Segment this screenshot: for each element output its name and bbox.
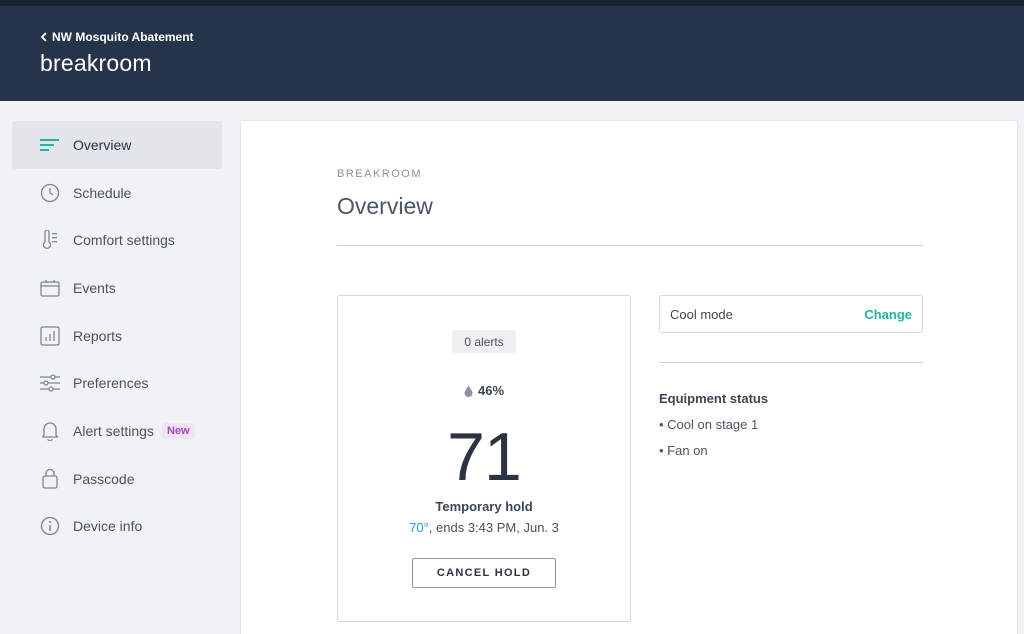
overview-panel: BREAKROOM Overview 0 alerts 46% 71 Tempo… — [240, 120, 1018, 634]
title-divider — [337, 245, 923, 246]
change-mode-link[interactable]: Change — [864, 307, 912, 322]
sliders-icon — [39, 372, 61, 394]
humidity-readout: 46% — [338, 383, 630, 398]
sidebar-item-preferences[interactable]: Preferences — [12, 359, 222, 407]
alerts-badge[interactable]: 0 alerts — [452, 330, 516, 353]
sidebar-item-reports[interactable]: Reports — [12, 312, 222, 360]
back-link[interactable]: NW Mosquito Abatement — [40, 30, 194, 44]
hold-setpoint: 70° — [409, 520, 429, 535]
sidebar-item-label: Events — [73, 279, 116, 296]
calendar-icon — [39, 277, 61, 299]
mode-selector: Cool mode Change — [659, 295, 923, 333]
new-badge: New — [161, 422, 195, 439]
sidebar-item-alert-settings[interactable]: Alert settings New — [12, 407, 222, 455]
sidebar-item-passcode[interactable]: Passcode — [12, 455, 222, 503]
current-temperature: 71 — [447, 419, 522, 495]
status-divider — [659, 362, 923, 363]
sidebar-item-device-info[interactable]: Device info — [12, 503, 222, 551]
sidebar-item-overview[interactable]: Overview — [12, 121, 222, 169]
sidebar-item-label: Comfort settings — [73, 232, 175, 249]
list-lines-icon — [39, 134, 61, 156]
sidebar-item-label: Reports — [73, 327, 123, 344]
sidebar-item-label: Schedule — [73, 184, 132, 201]
sidebar-item-comfort-settings[interactable]: Comfort settings — [12, 216, 222, 264]
hold-end-time: , ends 3:43 PM, Jun. 3 — [428, 520, 559, 535]
page-header: NW Mosquito Abatement breakroom — [0, 6, 1024, 101]
equipment-status-list: • Cool on stage 1 • Fan on — [659, 417, 758, 469]
list-item: • Cool on stage 1 — [659, 417, 759, 432]
water-drop-icon — [464, 385, 473, 397]
mode-label: Cool mode — [670, 306, 733, 322]
hold-detail: 70°, ends 3:43 PM, Jun. 3 — [338, 520, 630, 535]
cancel-hold-button[interactable]: CANCEL HOLD — [412, 558, 556, 588]
sidebar-item-schedule[interactable]: Schedule — [12, 169, 222, 217]
bar-chart-icon — [39, 325, 61, 347]
sidebar-item-events[interactable]: Events — [12, 264, 222, 312]
equipment-status-title: Equipment status — [659, 391, 769, 406]
sidebar: Overview Schedule Comfort settings Event… — [12, 121, 222, 550]
thermostat-card: 0 alerts 46% 71 Temporary hold 70°, ends… — [337, 295, 631, 622]
page-title: Overview — [337, 193, 433, 219]
chevron-left-icon — [40, 32, 47, 42]
device-name: breakroom — [40, 50, 152, 76]
list-item: • Fan on — [659, 443, 708, 458]
hold-label: Temporary hold — [435, 499, 533, 514]
sidebar-item-label: Overview — [73, 136, 132, 153]
back-link-label: NW Mosquito Abatement — [52, 30, 194, 44]
sidebar-item-label: Preferences — [73, 375, 149, 392]
sidebar-item-label: Passcode — [73, 470, 135, 487]
clock-icon — [39, 182, 61, 204]
thermometer-icon — [39, 229, 61, 251]
lock-icon — [39, 468, 61, 490]
section-eyebrow: BREAKROOM — [337, 168, 423, 180]
info-icon — [39, 515, 61, 537]
bell-icon — [39, 420, 61, 442]
sidebar-item-label: Device info — [73, 518, 143, 535]
sidebar-item-label: Alert settings — [73, 422, 154, 439]
humidity-value: 46% — [477, 383, 505, 398]
